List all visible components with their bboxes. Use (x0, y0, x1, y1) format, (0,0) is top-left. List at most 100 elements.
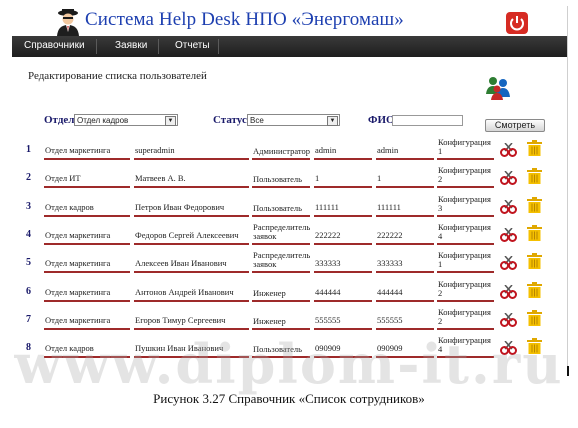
cell-department-text: Отдел кадров (45, 343, 94, 354)
trash-icon[interactable] (527, 309, 542, 326)
cell-password: admin (376, 138, 434, 160)
cell-role: Инженер (252, 308, 310, 330)
status-select[interactable]: Все ▼ (247, 114, 340, 126)
cell-password: 333333 (376, 251, 434, 274)
delete-icon[interactable] (500, 312, 517, 327)
delete-icon[interactable] (500, 199, 517, 214)
table-row: 1 Отдел маркетинга superadmin Администратор… (12, 134, 567, 162)
cell-department: Отдел маркетинга (44, 138, 130, 160)
cell-login-text: 555555 (315, 314, 341, 325)
department-select[interactable]: Отдел кадров ▼ (74, 114, 178, 126)
main-navbar: Справочники Заявки Отчеты (12, 36, 567, 57)
nav-separator (96, 39, 97, 54)
cell-role: Распределитель заявок (252, 222, 310, 245)
row-number: 2 (26, 172, 31, 184)
cell-configuration: Конфигурация 2 (437, 278, 494, 302)
row-number: 8 (26, 342, 31, 354)
fio-input[interactable] (392, 115, 463, 126)
trash-icon[interactable] (527, 338, 542, 355)
cell-configuration: Конфигурация 1 (437, 138, 494, 160)
nav-item-reports[interactable]: Отчеты (175, 40, 210, 51)
cell-configuration: Конфигурация 4 (437, 335, 494, 359)
nav-separator (218, 39, 219, 54)
cell-password-text: 444444 (377, 286, 403, 297)
row-number: 4 (26, 228, 31, 240)
cell-department: Отдел маркетинга (44, 251, 130, 274)
cell-configuration-text: Конфигурация 1 (438, 250, 491, 270)
cell-role-text: Пользователь (253, 202, 303, 213)
cell-fio-text: superadmin (135, 145, 175, 155)
cell-configuration-text: Конфигурация 2 (438, 165, 491, 185)
cell-department: Отдел маркетинга (44, 223, 130, 245)
delete-icon[interactable] (500, 227, 517, 242)
cell-password-text: admin (377, 145, 399, 155)
cell-configuration-text: Конфигурация 2 (438, 278, 491, 298)
power-icon[interactable] (506, 12, 528, 34)
cell-role: Администратор (252, 138, 310, 160)
cell-department: Отдел маркетинга (44, 308, 130, 330)
delete-icon[interactable] (500, 171, 517, 186)
user-avatar-icon (57, 9, 79, 36)
trash-icon[interactable] (527, 224, 542, 241)
text-cursor (567, 366, 569, 376)
cell-role: Пользователь (252, 336, 310, 359)
fio-label: ФИО (368, 114, 395, 126)
cell-fio: Федоров Сергей Алексеевич (134, 223, 249, 245)
delete-icon[interactable] (500, 143, 517, 157)
row-number: 3 (26, 200, 31, 212)
chevron-down-icon: ▼ (327, 116, 338, 126)
cell-password-text: 1 (377, 173, 382, 184)
cell-fio: Матвеев А. В. (134, 166, 249, 189)
nav-separator (158, 39, 159, 54)
cell-login-text: 090909 (315, 343, 341, 354)
cell-configuration: Конфигурация 4 (437, 221, 494, 245)
cell-department-text: Отдел ИТ (45, 173, 81, 184)
page-title: Редактирование списка пользователей (28, 70, 207, 82)
table-row: 3 Отдел кадров Петров Иван Федорович Пользо… (12, 191, 567, 219)
trash-icon[interactable] (527, 281, 542, 298)
cell-role-text: Распределитель заявок (253, 250, 311, 270)
trash-icon[interactable] (527, 253, 542, 270)
cell-department-text: Отдел кадров (45, 201, 94, 212)
delete-icon[interactable] (500, 284, 517, 299)
trash-icon[interactable] (527, 140, 542, 156)
cell-password-text: 090909 (377, 343, 403, 354)
chevron-down-icon: ▼ (165, 116, 176, 126)
row-number: 7 (26, 313, 31, 325)
cell-password: 1 (376, 166, 434, 189)
cell-login-text: 222222 (315, 229, 341, 240)
cell-fio: superadmin (134, 138, 249, 160)
trash-icon[interactable] (527, 168, 542, 185)
cell-configuration: Конфигурация 2 (437, 165, 494, 189)
cell-login: admin (314, 138, 372, 160)
cell-fio-text: Алексеев Иван Иванович (135, 258, 227, 269)
cell-configuration-text: Конфигурация 4 (438, 335, 491, 355)
cell-configuration-text: Конфигурация 4 (438, 221, 491, 241)
cell-fio-text: Матвеев А. В. (135, 173, 186, 184)
figure-caption: Рисунок 3.27 Справочник «Список сотрудни… (153, 391, 425, 406)
cell-department: Отдел ИТ (44, 166, 130, 189)
cell-fio-text: Антонов Андрей Иванович (135, 286, 234, 297)
cell-department: Отдел кадров (44, 336, 130, 359)
cell-login-text: 1 (315, 173, 320, 184)
delete-icon[interactable] (500, 341, 517, 356)
cell-password: 444444 (376, 280, 434, 302)
cell-login: 111111 (314, 195, 372, 217)
app-window: Система Help Desk НПО «Энергомаш» Справо… (12, 6, 568, 374)
department-label: Отдел (44, 114, 75, 126)
table-row: 2 Отдел ИТ Матвеев А. В. Пользователь 1 1 Конф… (12, 162, 567, 190)
cell-fio: Пушкин Иван Иванович (134, 336, 249, 359)
cell-login: 222222 (314, 223, 372, 245)
department-select-value: Отдел кадров (77, 116, 129, 125)
nav-item-requests[interactable]: Заявки (115, 40, 147, 51)
show-button[interactable]: Смотреть (485, 119, 545, 132)
trash-icon[interactable] (527, 196, 542, 213)
cell-password: 111111 (376, 195, 434, 217)
nav-item-directories[interactable]: Справочники (24, 40, 85, 51)
cell-department-text: Отдел маркетинга (45, 229, 111, 240)
cell-fio: Петров Иван Федорович (134, 195, 249, 217)
cell-login: 090909 (314, 336, 372, 359)
users-icon (486, 77, 510, 100)
delete-icon[interactable] (500, 256, 517, 271)
cell-password-text: 555555 (377, 314, 403, 325)
